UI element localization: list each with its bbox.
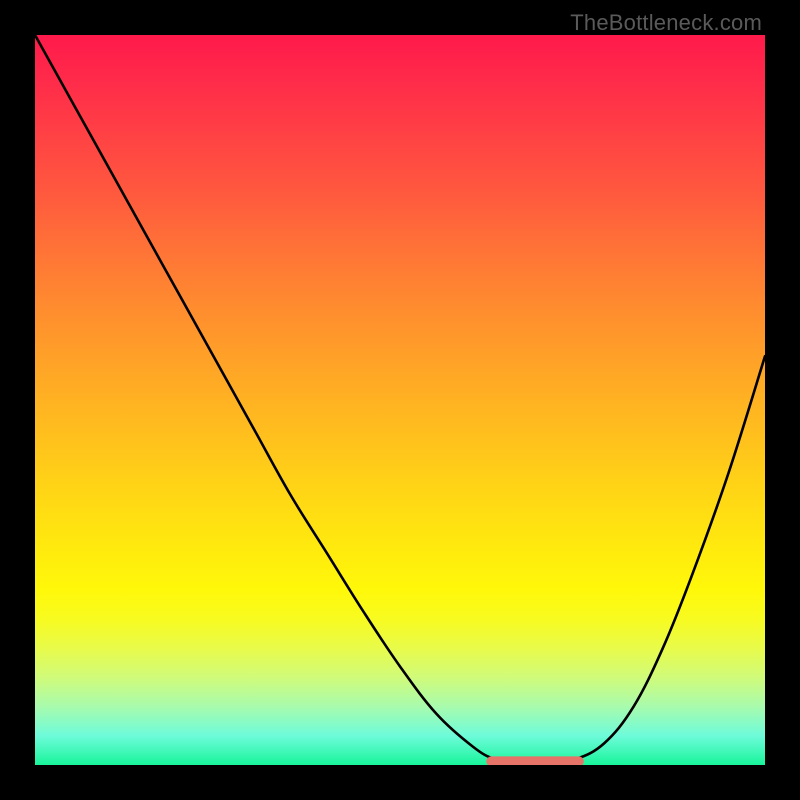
chart-frame: TheBottleneck.com xyxy=(0,0,800,800)
chart-svg xyxy=(35,35,765,765)
bottleneck-curve xyxy=(35,35,765,762)
attribution-label: TheBottleneck.com xyxy=(570,10,762,36)
plot-area xyxy=(35,35,765,765)
